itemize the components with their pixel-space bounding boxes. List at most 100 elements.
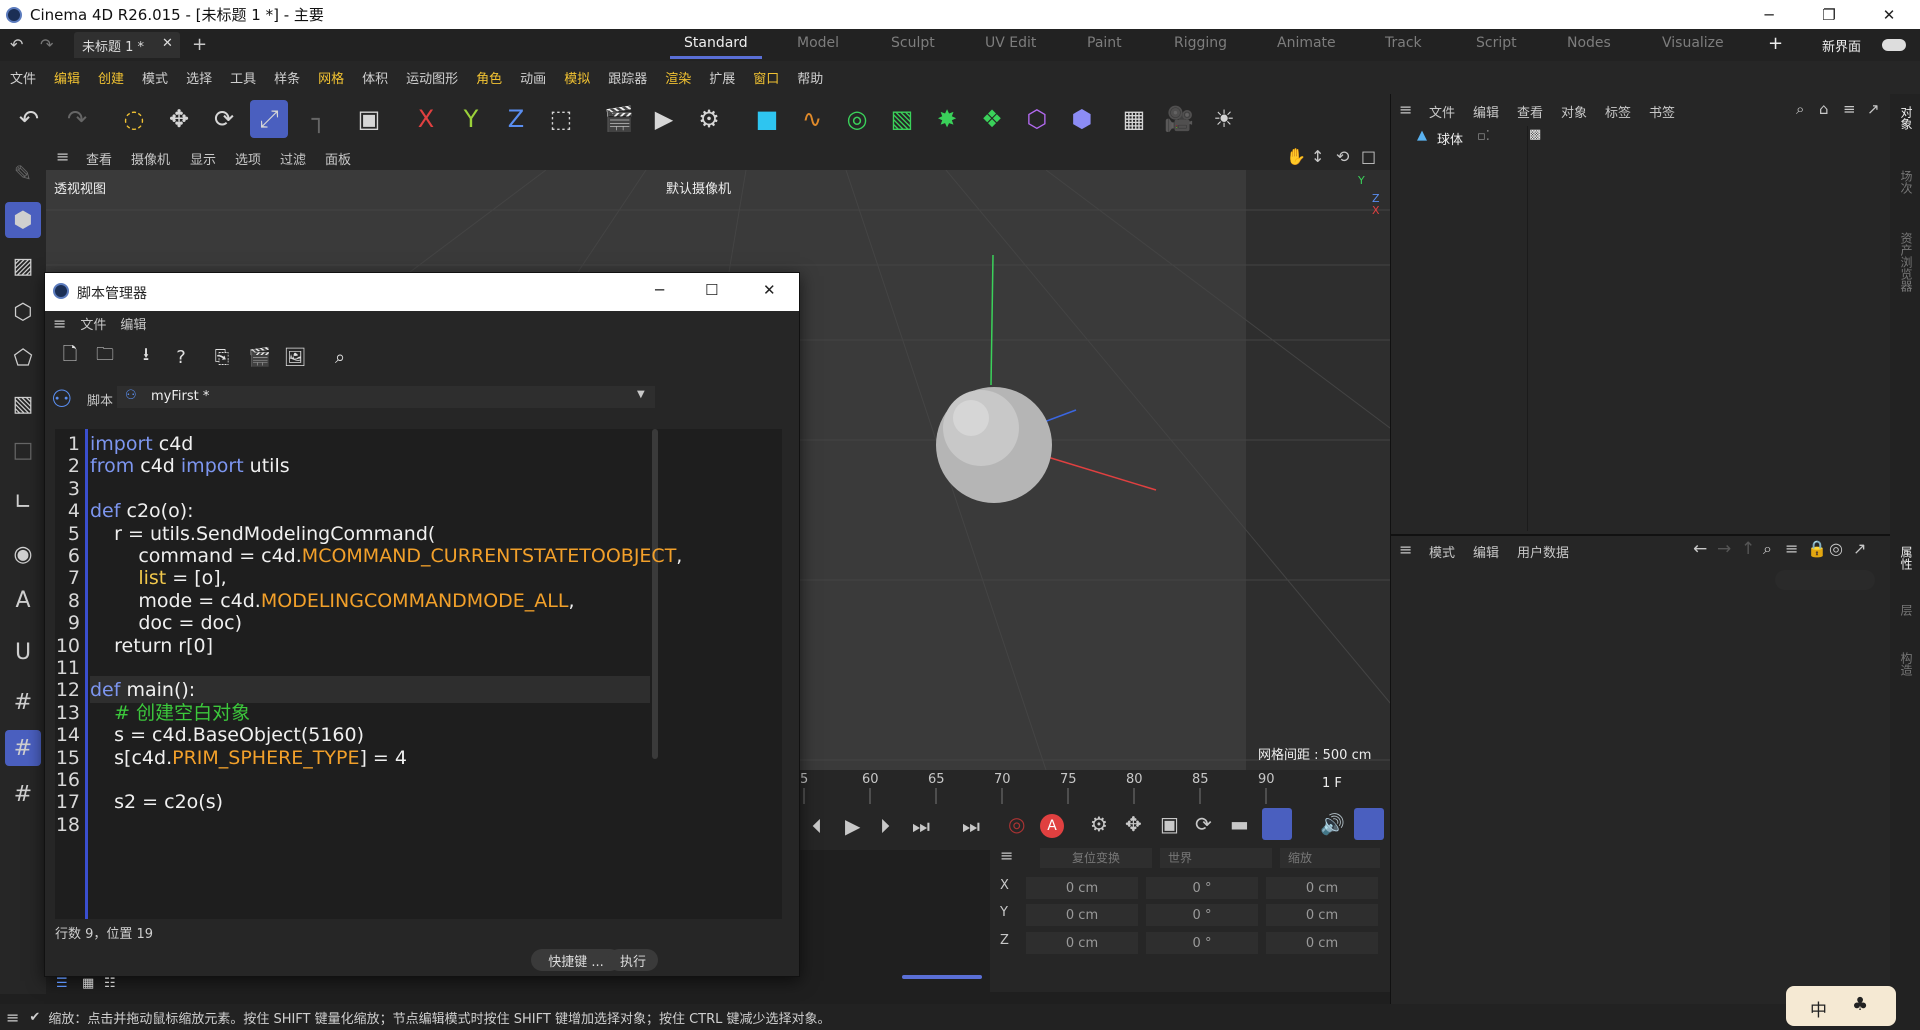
- floor-grid-icon[interactable]: ▦: [1115, 100, 1153, 138]
- new-window-icon[interactable]: ↗: [1853, 539, 1866, 558]
- coordinate-system-icon[interactable]: ⬚: [542, 100, 580, 138]
- model-mode-icon[interactable]: ⬢: [5, 202, 41, 238]
- script-dropdown[interactable]: ⚇ myFirst * ▼: [117, 386, 655, 408]
- y-axis-button[interactable]: Y: [452, 100, 490, 138]
- menu-select[interactable]: 选择: [186, 68, 212, 87]
- viewport-menu-cameras[interactable]: 摄像机: [131, 149, 170, 168]
- object-axis-icon[interactable]: ▣: [350, 100, 388, 138]
- mograph-icon[interactable]: ❖: [973, 100, 1011, 138]
- grid-view-icon[interactable]: ▦: [82, 976, 94, 991]
- menu-file[interactable]: 文件: [10, 68, 36, 87]
- tab-animate[interactable]: Animate: [1277, 35, 1336, 51]
- tab-script[interactable]: Script: [1476, 35, 1517, 51]
- search-icon[interactable]: ⌕: [1763, 539, 1772, 559]
- z-axis-button[interactable]: Z: [497, 100, 535, 138]
- x-axis-button[interactable]: X: [407, 100, 445, 138]
- up-arrow-icon[interactable]: ↑: [1741, 539, 1755, 559]
- key-pla-icon[interactable]: [1262, 808, 1292, 840]
- menu-character[interactable]: 角色: [476, 68, 502, 87]
- document-tab[interactable]: 未标题 1 * ✕: [74, 32, 180, 58]
- side-tab-objects[interactable]: 对象: [1898, 106, 1915, 130]
- snap-grid-icon[interactable]: #: [5, 684, 41, 720]
- om-menu-view[interactable]: 查看: [1517, 102, 1543, 121]
- tab-track[interactable]: Track: [1385, 35, 1422, 51]
- render-view-icon[interactable]: 🎬: [600, 100, 638, 138]
- tag-icon[interactable]: ▩: [1529, 127, 1541, 142]
- rotation-z-field[interactable]: 0 °: [1146, 932, 1258, 954]
- timeline-ruler[interactable]: [800, 770, 1390, 806]
- om-menu-edit[interactable]: 编辑: [1473, 102, 1499, 121]
- console-icon[interactable]: ⌕: [325, 342, 355, 372]
- tab-model[interactable]: Model: [797, 35, 839, 51]
- viewport-menu-view[interactable]: 查看: [86, 149, 112, 168]
- viewport-menu-display[interactable]: 显示: [190, 149, 216, 168]
- tab-paint[interactable]: Paint: [1087, 35, 1122, 51]
- am-menu-edit[interactable]: 编辑: [1473, 542, 1499, 561]
- render-picture-viewer-icon[interactable]: ▶: [645, 100, 683, 138]
- new-layout-label[interactable]: 新界面: [1822, 36, 1861, 55]
- execute-button[interactable]: 执行: [608, 949, 658, 971]
- coords-hamburger-icon[interactable]: ≡: [1000, 846, 1013, 865]
- redo-icon[interactable]: ↷: [58, 100, 96, 138]
- menu-tracker[interactable]: 跟踪器: [608, 68, 647, 87]
- audio-mode-icon[interactable]: [1354, 808, 1384, 840]
- attributes-hamburger-icon[interactable]: ≡: [1399, 540, 1412, 559]
- key-param-icon[interactable]: ▬: [1230, 812, 1249, 836]
- object-row[interactable]: ▲ 球体 ▫⁚ ▩: [1391, 126, 1891, 148]
- menu-mode[interactable]: 模式: [142, 68, 168, 87]
- spline-pen-icon[interactable]: ∿: [793, 100, 831, 138]
- camera-icon[interactable]: 🎥: [1160, 100, 1198, 138]
- auto-key-icon[interactable]: A: [1040, 814, 1064, 838]
- current-frame-field[interactable]: 1 F: [1322, 776, 1342, 791]
- uv-mode-icon[interactable]: □: [5, 432, 41, 468]
- prev-frame-icon[interactable]: ⏴: [812, 814, 822, 838]
- workplane-icon[interactable]: #: [5, 776, 41, 812]
- side-tab-structure[interactable]: 构造: [1898, 652, 1915, 676]
- sound-icon[interactable]: 🔊: [1320, 812, 1345, 836]
- key-scale-icon[interactable]: ▣: [1160, 812, 1179, 836]
- attributes-search-field[interactable]: [1775, 570, 1875, 590]
- tab-nodes[interactable]: Nodes: [1567, 35, 1611, 51]
- deformer-icon[interactable]: ⬡: [1018, 100, 1056, 138]
- download-icon[interactable]: ⭳: [131, 342, 161, 372]
- object-name[interactable]: 球体: [1437, 129, 1463, 148]
- live-selection-icon[interactable]: ◌: [115, 100, 153, 138]
- add-tab-icon[interactable]: +: [192, 34, 207, 55]
- home-icon[interactable]: ⌂: [1819, 100, 1829, 118]
- code-line[interactable]: 18: [55, 812, 782, 840]
- menu-tools[interactable]: 工具: [230, 68, 256, 87]
- side-tab-takes[interactable]: 场次: [1898, 170, 1915, 194]
- render-settings-icon[interactable]: ⚙: [690, 100, 728, 138]
- orbit-icon[interactable]: ⟲: [1336, 147, 1349, 166]
- key-settings-icon[interactable]: ⚙: [1090, 812, 1108, 836]
- filter-icon[interactable]: ≡: [1785, 539, 1798, 558]
- sm-menu-file[interactable]: 文件: [80, 314, 106, 333]
- menu-simulate[interactable]: 模拟: [564, 68, 590, 87]
- am-menu-mode[interactable]: 模式: [1429, 542, 1455, 561]
- objects-hamburger-icon[interactable]: ≡: [1399, 100, 1412, 119]
- image-icon[interactable]: 🖼: [280, 342, 310, 372]
- subdivision-icon[interactable]: ◎: [838, 100, 876, 138]
- close-tab-icon[interactable]: ✕: [162, 36, 173, 51]
- maximize-button[interactable]: ☐: [705, 281, 718, 299]
- code-editor[interactable]: 1 import c4d 2 from c4d import utils 3 4 def c…: [55, 429, 782, 919]
- detail-view-icon[interactable]: ☷: [104, 976, 116, 991]
- menu-render[interactable]: 渲染: [665, 68, 691, 87]
- pen-icon[interactable]: ✎: [5, 156, 41, 192]
- position-y-field[interactable]: 0 cm: [1026, 904, 1138, 926]
- tab-rigging[interactable]: Rigging: [1174, 35, 1227, 51]
- om-menu-bookmarks[interactable]: 书签: [1649, 102, 1675, 121]
- om-menu-file[interactable]: 文件: [1429, 102, 1455, 121]
- points-mode-icon[interactable]: ⬡: [5, 294, 41, 330]
- filter-icon[interactable]: ≡: [1843, 100, 1856, 118]
- snap-settings-icon[interactable]: #: [5, 730, 41, 766]
- play-icon[interactable]: ▶: [845, 814, 860, 838]
- cloner-icon[interactable]: ✸: [928, 100, 966, 138]
- menu-window[interactable]: 窗口: [753, 68, 779, 87]
- clapper-icon[interactable]: 🎬: [245, 342, 275, 372]
- viewport-menu-filter[interactable]: 过滤: [280, 149, 306, 168]
- viewport-camera-label[interactable]: 默认摄像机: [666, 178, 731, 197]
- undo-icon[interactable]: ↶: [10, 100, 48, 138]
- polygons-mode-icon[interactable]: ▧: [5, 386, 41, 422]
- script-manager-titlebar[interactable]: 脚本管理器 ─ ☐ ✕: [45, 273, 799, 311]
